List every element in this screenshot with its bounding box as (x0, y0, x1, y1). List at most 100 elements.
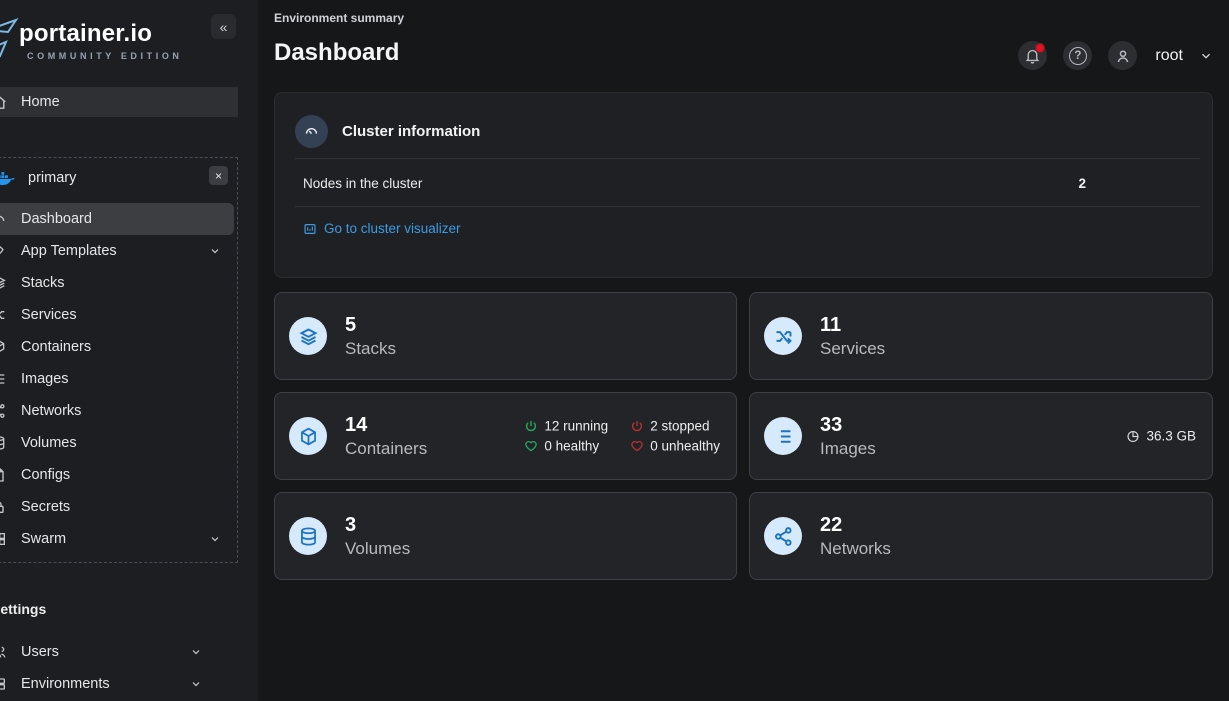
volumes-label: Volumes (345, 539, 410, 559)
containers-card[interactable]: 14 Containers 12 running 2 stopped 0 hea… (274, 392, 737, 480)
panel-title: Cluster information (342, 123, 480, 140)
shuffle-icon (764, 317, 802, 355)
healthy-status: 0 healthy (524, 439, 608, 454)
divider (295, 206, 1200, 207)
user-name[interactable]: root (1155, 47, 1183, 65)
sidebar-item-label: Environments (21, 676, 110, 692)
volumes-card[interactable]: 3 Volumes (274, 492, 737, 580)
stacks-label: Stacks (345, 339, 396, 359)
stacks-count: 5 (345, 313, 396, 337)
chevron-down-icon (209, 245, 221, 257)
list-icon (764, 417, 802, 455)
sidebar-item-stacks[interactable]: Stacks (0, 267, 237, 299)
sidebar-item-containers[interactable]: Containers (0, 331, 237, 363)
database-icon (0, 435, 7, 451)
networks-count: 22 (820, 513, 891, 537)
cluster-visualizer-link[interactable]: Go to cluster visualizer (303, 221, 461, 236)
sidebar-item-environments[interactable]: Environments (0, 668, 238, 700)
networks-card[interactable]: 22 Networks (749, 492, 1213, 580)
breadcrumb: Environment summary (274, 11, 404, 25)
sidebar-item-services[interactable]: Services (0, 299, 237, 331)
sidebar-item-label: App Templates (21, 243, 117, 259)
images-card[interactable]: 33 Images 36.3 GB (749, 392, 1213, 480)
sidebar-item-label: Volumes (21, 435, 77, 451)
sidebar-item-label: Home (21, 94, 60, 110)
sidebar-item-volumes[interactable]: Volumes (0, 427, 237, 459)
sidebar-item-app-templates[interactable]: App Templates (0, 235, 237, 267)
heart-icon (524, 439, 538, 453)
shuffle-icon (0, 307, 7, 323)
grid-icon (0, 531, 7, 547)
notifications-button[interactable] (1018, 41, 1047, 70)
images-total-size: 36.3 GB (1126, 429, 1196, 444)
question-icon: ? (1069, 47, 1087, 65)
list-icon (0, 371, 7, 387)
stopped-status: 2 stopped (630, 419, 720, 434)
sidebar-item-users[interactable]: Users (0, 636, 238, 668)
sidebar-item-configs[interactable]: Configs (0, 459, 237, 491)
services-label: Services (820, 339, 885, 359)
sidebar-item-label: Configs (21, 467, 70, 483)
share-icon (764, 517, 802, 555)
sidebar-item-label: Containers (21, 339, 91, 355)
gauge-icon (295, 115, 328, 148)
healthy-label: 0 healthy (544, 439, 599, 454)
layers-icon (289, 317, 327, 355)
sidebar-item-dashboard[interactable]: Dashboard (0, 203, 234, 235)
sidebar: portainer.io COMMUNITY EDITION « Home pr… (0, 0, 258, 701)
nodes-row-value: 2 (1078, 176, 1086, 191)
services-count: 11 (820, 313, 885, 337)
stopped-label: 2 stopped (650, 419, 709, 434)
docker-whale-icon (0, 169, 16, 187)
link-label: Go to cluster visualizer (324, 221, 461, 236)
sidebar-item-images[interactable]: Images (0, 363, 237, 395)
environment-name: primary (28, 170, 76, 186)
unhealthy-label: 0 unhealthy (650, 439, 720, 454)
images-label: Images (820, 439, 876, 459)
cube-icon (289, 417, 327, 455)
main-content: Environment summary Dashboard ? root Clu (258, 0, 1229, 701)
running-label: 12 running (544, 419, 608, 434)
database-icon (289, 517, 327, 555)
sidebar-item-swarm[interactable]: Swarm (0, 523, 237, 555)
dashboard-icon (0, 211, 7, 227)
person-icon (1114, 47, 1132, 65)
logo-subtitle: COMMUNITY EDITION (27, 51, 183, 61)
lock-icon (0, 499, 7, 515)
portainer-logo-icon (0, 16, 20, 68)
chevron-down-icon (190, 678, 202, 690)
rocket-icon (0, 243, 7, 259)
container-statuses: 12 running 2 stopped 0 healthy 0 unhealt… (524, 419, 720, 454)
layers-icon (0, 275, 7, 291)
pie-chart-icon (1126, 429, 1140, 443)
share-icon (0, 403, 7, 419)
size-label: 36.3 GB (1146, 429, 1196, 444)
sidebar-item-label: Dashboard (21, 211, 92, 227)
sidebar-item-networks[interactable]: Networks (0, 395, 237, 427)
sidebar-item-secrets[interactable]: Secrets (0, 491, 237, 523)
heart-icon (630, 439, 644, 453)
panel-header: Cluster information (295, 115, 480, 148)
divider (295, 158, 1200, 159)
user-avatar[interactable] (1108, 41, 1137, 70)
containers-label: Containers (345, 439, 427, 459)
sidebar-item-label: Networks (21, 403, 81, 419)
header-actions: ? root (1018, 41, 1213, 70)
cube-icon (0, 339, 7, 355)
help-button[interactable]: ? (1063, 41, 1092, 70)
sidebar-item-home[interactable]: Home (0, 87, 238, 117)
sidebar-item-label: Images (21, 371, 69, 387)
users-icon (0, 644, 8, 660)
file-icon (0, 467, 7, 483)
environment-close-button[interactable]: × (209, 166, 228, 185)
unhealthy-status: 0 unhealthy (630, 439, 720, 454)
environment-selector[interactable]: primary (0, 162, 238, 194)
sidebar-item-label: Stacks (21, 275, 65, 291)
power-icon (630, 419, 644, 433)
settings-section-header: Settings (0, 601, 46, 617)
services-card[interactable]: 11 Services (749, 292, 1213, 380)
sidebar-item-label: Services (21, 307, 77, 323)
sidebar-collapse-button[interactable]: « (211, 14, 236, 39)
stacks-card[interactable]: 5 Stacks (274, 292, 737, 380)
chevron-down-icon[interactable] (1199, 49, 1213, 63)
